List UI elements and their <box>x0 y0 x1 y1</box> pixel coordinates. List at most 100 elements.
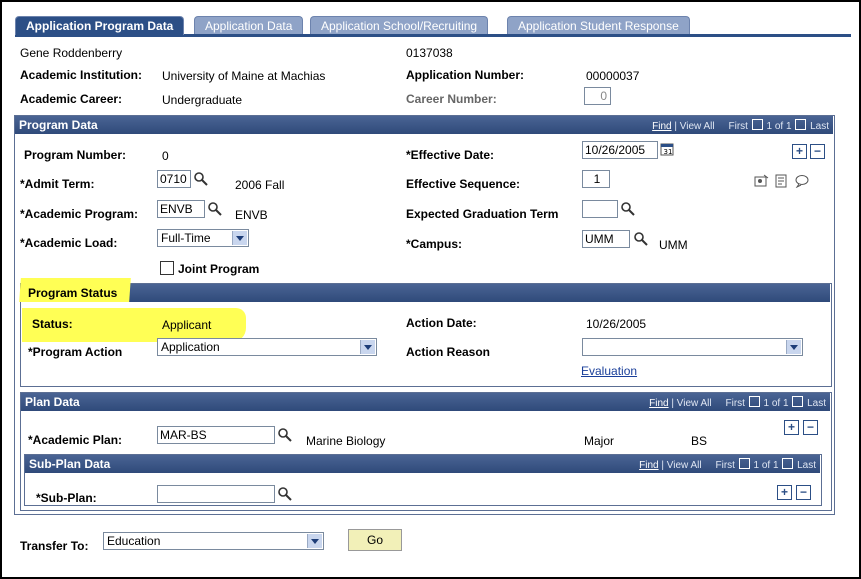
program-action-value: Application <box>161 340 220 354</box>
transfer-to-value: Education <box>107 534 161 548</box>
calendar-icon[interactable]: 31 <box>660 143 676 157</box>
expected-graduation-lookup-icon[interactable] <box>620 201 636 217</box>
evaluation-link[interactable]: Evaluation <box>581 364 637 378</box>
campus-label: *Campus: <box>406 237 463 251</box>
notes-icon[interactable] <box>774 174 790 188</box>
academic-plan-lookup-icon[interactable] <box>277 427 293 443</box>
academic-profile-icon[interactable] <box>754 174 770 188</box>
first-label: First <box>728 121 748 132</box>
transfer-to-label: Transfer To: <box>20 539 89 553</box>
expected-graduation-field[interactable] <box>582 200 618 218</box>
program-data-header: Program Data Find | View All First 1 of … <box>15 116 833 134</box>
delete-subplan-button[interactable]: − <box>796 485 811 500</box>
plan-data-nav: Find | View All First 1 of 1 Last <box>649 396 826 409</box>
row-range: 1 of 1 <box>763 398 789 409</box>
last-label: Last <box>810 121 829 132</box>
comments-icon[interactable] <box>794 174 810 188</box>
next-row-icon[interactable] <box>792 396 804 407</box>
action-date-value: 10/26/2005 <box>586 317 647 331</box>
delete-plan-button[interactable]: − <box>803 420 818 435</box>
plan-degree: BS <box>691 434 708 448</box>
last-label: Last <box>807 398 826 409</box>
program-data-nav: Find | View All First 1 of 1 Last <box>652 119 829 132</box>
tab-application-program-data[interactable]: Application Program Data <box>15 16 185 35</box>
subplan-label: *Sub-Plan: <box>36 491 97 505</box>
tab-application-data[interactable]: Application Data <box>194 16 304 35</box>
previous-row-icon[interactable] <box>751 119 763 130</box>
plan-data-header: Plan Data Find | View All First 1 of 1 L… <box>21 393 830 411</box>
row-range: 1 of 1 <box>753 460 779 471</box>
action-reason-label: Action Reason <box>406 345 491 359</box>
find-link[interactable]: Find <box>649 398 668 409</box>
joint-program-checkbox[interactable] <box>160 261 174 275</box>
action-date-label: Action Date: <box>406 316 477 330</box>
academic-plan-desc: Marine Biology <box>306 434 386 448</box>
effective-sequence-field[interactable]: 1 <box>582 170 610 188</box>
career-number-field: 0 <box>584 87 611 105</box>
campus-desc: UMM <box>659 238 688 252</box>
program-status-header <box>21 284 830 302</box>
academic-program-lookup-icon[interactable] <box>207 201 223 217</box>
add-subplan-button[interactable]: + <box>777 485 792 500</box>
go-button[interactable]: Go <box>348 529 402 551</box>
program-number-label: Program Number: <box>24 148 127 162</box>
subplan-data-title: Sub-Plan Data <box>29 457 111 471</box>
campus-field[interactable]: UMM <box>582 230 630 248</box>
previous-row-icon[interactable] <box>738 458 750 469</box>
academic-plan-label: *Academic Plan: <box>28 433 123 447</box>
next-row-icon[interactable] <box>795 119 807 130</box>
admit-term-lookup-icon[interactable] <box>193 171 209 187</box>
academic-program-desc: ENVB <box>235 208 268 222</box>
academic-load-value: Full-Time <box>161 231 211 245</box>
tab-application-school-recruiting[interactable]: Application School/Recruiting <box>310 16 489 35</box>
plan-type: Major <box>584 434 615 448</box>
action-reason-select[interactable] <box>582 338 803 356</box>
status-label: Status: <box>32 317 73 331</box>
program-action-select[interactable]: Application <box>157 338 377 356</box>
subplan-field[interactable] <box>157 485 275 503</box>
career-number-label: Career Number: <box>406 92 497 106</box>
row-range: 1 of 1 <box>766 121 792 132</box>
view-all-link[interactable]: View All <box>680 121 715 132</box>
add-row-button[interactable]: + <box>792 144 807 159</box>
first-label: First <box>715 460 735 471</box>
first-label: First <box>725 398 745 409</box>
chevron-down-icon[interactable] <box>360 340 375 354</box>
previous-row-icon[interactable] <box>748 396 760 407</box>
joint-program-label: Joint Program <box>178 262 260 276</box>
subplan-data-header: Sub-Plan Data Find | View All First 1 of… <box>25 455 820 473</box>
effective-date-label: *Effective Date: <box>406 148 495 162</box>
transfer-to-select[interactable]: Education <box>103 532 324 550</box>
find-link[interactable]: Find <box>652 121 671 132</box>
admit-term-desc: 2006 Fall <box>235 178 285 192</box>
subplan-lookup-icon[interactable] <box>277 486 293 502</box>
delete-row-button[interactable]: − <box>810 144 825 159</box>
svg-text:31: 31 <box>664 148 673 156</box>
academic-load-select[interactable]: Full-Time <box>157 229 249 247</box>
find-link[interactable]: Find <box>639 460 658 471</box>
career-label: Academic Career: <box>20 92 123 106</box>
page-frame: Application Program Data Application Dat… <box>0 0 861 579</box>
admit-term-label: *Admit Term: <box>20 177 95 191</box>
effective-date-field[interactable]: 10/26/2005 <box>582 141 658 159</box>
tab-application-student-response[interactable]: Application Student Response <box>507 16 690 35</box>
campus-lookup-icon[interactable] <box>633 231 649 247</box>
academic-plan-field[interactable]: MAR-BS <box>157 426 275 444</box>
academic-program-label: *Academic Program: <box>20 207 139 221</box>
student-id: 0137038 <box>406 46 453 60</box>
subplan-data-nav: Find | View All First 1 of 1 Last <box>639 458 816 471</box>
admit-term-field[interactable]: 0710 <box>157 170 191 188</box>
add-plan-button[interactable]: + <box>784 420 799 435</box>
view-all-link[interactable]: View All <box>667 460 702 471</box>
application-number-value: 00000037 <box>586 69 640 83</box>
program-action-label: *Program Action <box>28 345 123 359</box>
chevron-down-icon[interactable] <box>786 340 801 354</box>
view-all-link[interactable]: View All <box>677 398 712 409</box>
institution-label: Academic Institution: <box>20 68 143 82</box>
next-row-icon[interactable] <box>782 458 794 469</box>
student-name: Gene Roddenberry <box>20 46 123 60</box>
effective-sequence-label: Effective Sequence: <box>406 177 521 191</box>
academic-program-field[interactable]: ENVB <box>157 200 205 218</box>
chevron-down-icon[interactable] <box>307 534 322 548</box>
chevron-down-icon[interactable] <box>232 231 247 245</box>
